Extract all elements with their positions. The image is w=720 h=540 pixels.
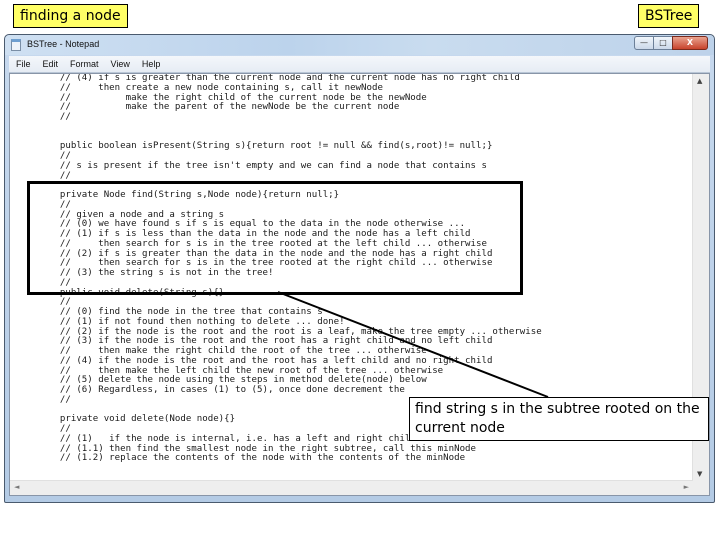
code-line: public boolean isPresent(String s){retur… bbox=[38, 141, 493, 152]
scroll-left-icon[interactable]: ◄ bbox=[14, 483, 19, 491]
horizontal-scrollbar[interactable]: ◄ ► bbox=[10, 480, 693, 495]
menu-view[interactable]: View bbox=[106, 59, 135, 69]
scroll-down-icon[interactable]: ▼ bbox=[697, 470, 702, 478]
code-line: // (1.2) replace the contents of the nod… bbox=[38, 453, 466, 464]
code-line: // bbox=[38, 170, 71, 181]
menu-format[interactable]: Format bbox=[65, 59, 104, 69]
code-line: public void delete(String s){} bbox=[38, 287, 225, 298]
window-title: BSTree - Notepad bbox=[27, 39, 100, 49]
slide-title: finding a node bbox=[13, 4, 128, 28]
minimize-button[interactable]: — bbox=[634, 36, 654, 50]
code-line: private Node find(String s,Node node){re… bbox=[38, 190, 340, 200]
notepad-icon bbox=[11, 39, 21, 51]
close-button[interactable]: X bbox=[672, 36, 708, 50]
menu-edit[interactable]: Edit bbox=[38, 59, 64, 69]
code-line: // make the parent of the newNode be the… bbox=[38, 102, 400, 113]
scroll-right-icon[interactable]: ► bbox=[684, 483, 689, 491]
code-line: // s is present if the tree isn't empty … bbox=[38, 160, 487, 171]
code-line: // (3) the string s is not in the tree! bbox=[38, 268, 274, 278]
title-bar[interactable]: BSTree - Notepad — □ X bbox=[5, 35, 714, 55]
maximize-button[interactable]: □ bbox=[653, 36, 673, 50]
scroll-up-icon[interactable]: ▲ bbox=[697, 77, 702, 85]
menu-bar: File Edit Format View Help bbox=[9, 56, 710, 73]
callout-box: find string s in the subtree rooted on t… bbox=[409, 397, 709, 441]
slide-tag: BSTree bbox=[638, 4, 700, 28]
code-line: // bbox=[38, 112, 71, 122]
resize-grip[interactable] bbox=[693, 481, 709, 495]
code-line: // (6) Regardless, in cases (1) to (5), … bbox=[38, 385, 405, 395]
menu-help[interactable]: Help bbox=[137, 59, 166, 69]
menu-file[interactable]: File bbox=[11, 59, 36, 69]
